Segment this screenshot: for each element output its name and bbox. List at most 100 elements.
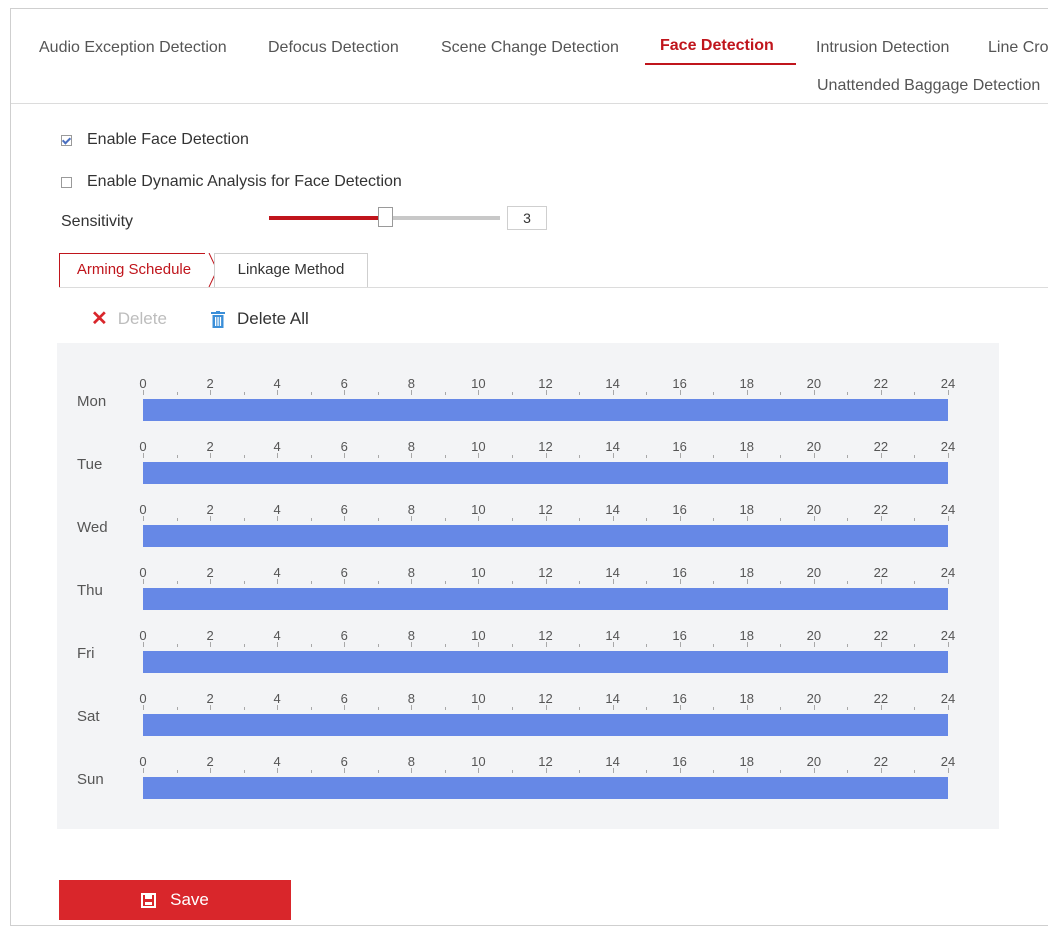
hour-tick: [344, 768, 346, 773]
hour-label: 12: [538, 628, 553, 643]
hour-label: 16: [672, 628, 687, 643]
schedule-bar-sat[interactable]: [143, 714, 948, 736]
hour-label: 4: [273, 691, 281, 706]
hour-label: 0: [139, 754, 147, 769]
hour-tick: [847, 707, 849, 710]
enable-face-detection-checkbox[interactable]: [61, 134, 72, 146]
hour-tick: [243, 392, 245, 395]
tab-arming-schedule[interactable]: Arming Schedule: [59, 253, 209, 287]
tab-linkage-method[interactable]: Linkage Method: [214, 253, 368, 287]
hour-label: 20: [806, 502, 822, 517]
hour-tick: [780, 644, 782, 647]
hour-label: 16: [672, 565, 687, 580]
hour-tick: [511, 707, 513, 710]
hour-tick: [243, 581, 245, 584]
hour-label: 16: [672, 439, 687, 454]
hour-tick: [948, 453, 949, 458]
hour-tick: [411, 579, 413, 584]
hour-tick: [880, 516, 882, 521]
delete-all-button[interactable]: Delete All: [211, 309, 309, 329]
tab-line-crossing[interactable]: Line Cro: [988, 39, 1048, 57]
hour-label: 22: [873, 565, 889, 580]
hour-tick: [813, 516, 815, 521]
hour-tick: [277, 642, 279, 647]
hour-tick: [679, 768, 681, 773]
hour-label: 8: [407, 754, 415, 769]
slider-thumb[interactable]: [377, 207, 393, 227]
hour-tick: [344, 579, 346, 584]
hour-tick: [277, 705, 279, 710]
hour-tick: [444, 392, 446, 395]
enable-dynamic-analysis-checkbox[interactable]: [61, 176, 72, 188]
schedule-bar-mon[interactable]: [143, 399, 948, 421]
hour-tick: [344, 642, 346, 647]
hour-label: 4: [273, 754, 281, 769]
hour-label: 14: [605, 439, 620, 454]
hour-label: 6: [340, 691, 348, 706]
hour-tick: [713, 392, 715, 395]
hour-tick: [444, 455, 446, 458]
delete-all-label: Delete All: [237, 309, 309, 328]
hour-tick: [780, 518, 782, 521]
tab-scene-change-detection[interactable]: Scene Change Detection: [441, 39, 619, 57]
hour-tick: [914, 581, 916, 584]
hour-tick: [243, 455, 245, 458]
schedule-bar-thu[interactable]: [143, 588, 948, 610]
schedule-bar-fri[interactable]: [143, 651, 948, 673]
tab-audio-exception-detection[interactable]: Audio Exception Detection: [39, 39, 227, 57]
hour-tick: [813, 768, 815, 773]
hour-tick: [478, 768, 480, 773]
save-button[interactable]: Save: [59, 880, 291, 920]
hour-tick: [847, 770, 849, 773]
hour-tick: [210, 390, 212, 395]
hour-label: 14: [605, 754, 620, 769]
hour-tick: [780, 455, 782, 458]
sensitivity-value-field[interactable]: 3: [507, 206, 547, 230]
hour-label: 14: [605, 565, 620, 580]
hour-label: 18: [739, 754, 754, 769]
schedule-bar-sun[interactable]: [143, 777, 948, 799]
hour-tick: [948, 390, 949, 395]
hour-tick: [746, 390, 748, 395]
hour-label: 8: [407, 439, 415, 454]
hour-tick: [545, 768, 547, 773]
day-label: Wed: [77, 519, 108, 536]
sensitivity-slider[interactable]: [269, 207, 500, 227]
hour-tick: [277, 453, 279, 458]
hour-label: 14: [605, 691, 620, 706]
hour-label: 18: [739, 376, 754, 391]
hour-label: 24: [940, 691, 956, 706]
hour-label: 14: [605, 376, 620, 391]
tab-intrusion-detection[interactable]: Intrusion Detection: [816, 39, 949, 57]
hour-tick: [210, 768, 212, 773]
hour-tick: [612, 642, 614, 647]
hour-tick: [746, 516, 748, 521]
hour-label: 12: [538, 439, 553, 454]
hour-tick: [579, 455, 581, 458]
hour-label: 4: [273, 502, 281, 517]
tab-unattended-baggage-detection[interactable]: Unattended Baggage Detection: [817, 77, 1040, 95]
schedule-bar-wed[interactable]: [143, 525, 948, 547]
hour-label: 2: [206, 691, 214, 706]
delete-button[interactable]: ✕ Delete: [91, 309, 167, 329]
hour-tick: [176, 707, 178, 710]
hour-label: 24: [940, 754, 956, 769]
hour-tick: [646, 518, 648, 521]
tab-face-detection[interactable]: Face Detection: [660, 37, 774, 55]
hour-label: 0: [139, 439, 147, 454]
hour-tick: [511, 518, 513, 521]
hour-label: 2: [206, 439, 214, 454]
hour-tick: [310, 581, 312, 584]
delete-label: Delete: [117, 309, 167, 328]
hour-tick: [511, 455, 513, 458]
schedule-bar-tue[interactable]: [143, 462, 948, 484]
hour-label: 18: [739, 691, 754, 706]
hour-label: 16: [672, 376, 687, 391]
hour-tick: [780, 581, 782, 584]
hour-label: 22: [873, 691, 889, 706]
slider-fill: [269, 216, 385, 220]
hour-tick: [545, 579, 547, 584]
hour-tick: [444, 707, 446, 710]
tab-defocus-detection[interactable]: Defocus Detection: [268, 39, 399, 57]
hour-tick: [143, 516, 144, 521]
